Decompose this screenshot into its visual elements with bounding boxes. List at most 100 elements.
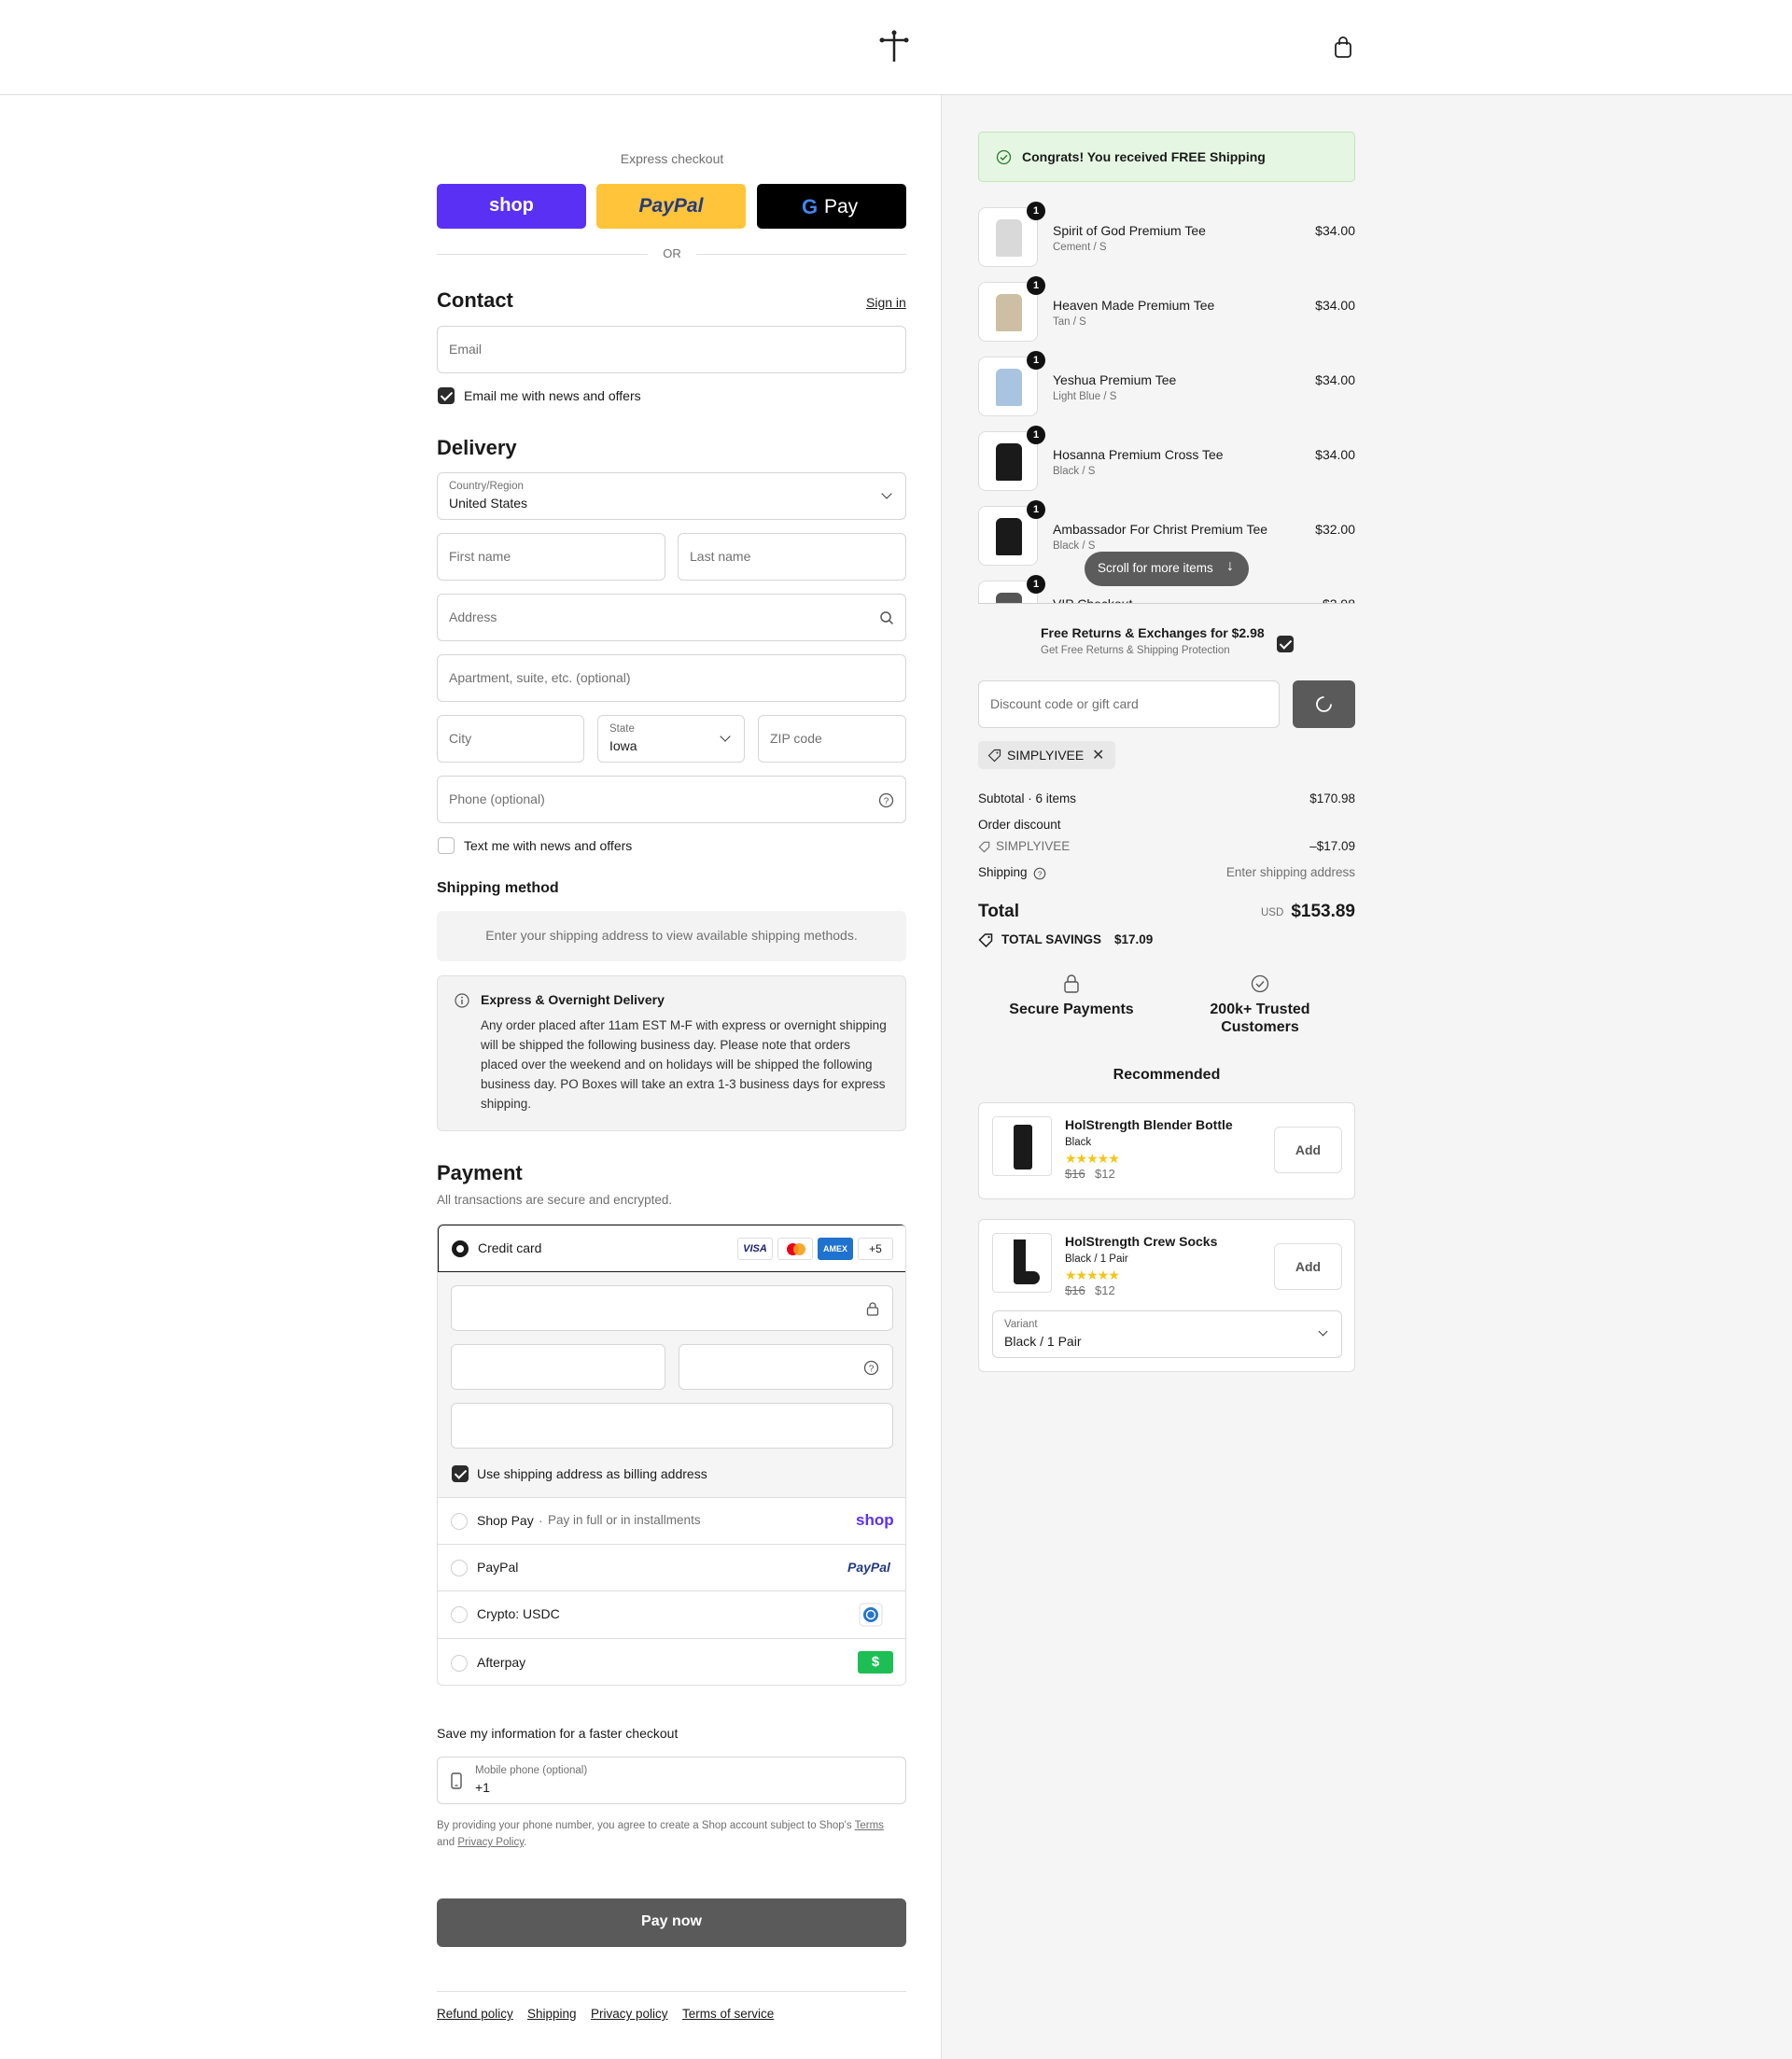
remove-discount-icon[interactable]: ✕	[1092, 746, 1104, 764]
expiry-field[interactable]	[451, 1344, 665, 1390]
paypal-radio[interactable]	[451, 1560, 468, 1576]
more-cards-badge: +5	[858, 1238, 893, 1260]
email-news-checkbox[interactable]	[438, 387, 455, 404]
crypto-radio[interactable]	[451, 1606, 468, 1623]
help-circle-icon[interactable]: ?	[863, 1360, 879, 1376]
paypal-option[interactable]: PayPal PayPal	[438, 1544, 905, 1590]
afterpay-radio[interactable]	[451, 1655, 468, 1672]
chevron-down-icon	[881, 488, 892, 499]
recommended-product-card: HolStrength Blender Bottle Black ★★★★★ $…	[978, 1102, 1355, 1199]
apply-discount-button[interactable]	[1293, 680, 1355, 728]
protection-title: Free Returns & Exchanges for $2.98	[1041, 625, 1265, 640]
total-savings-label: TOTAL SAVINGS	[1001, 932, 1102, 946]
free-shipping-text: Congrats! You received FREE Shipping	[1022, 149, 1266, 164]
add-recommendation-button[interactable]: Add	[1274, 1127, 1342, 1173]
city-placeholder: City	[449, 731, 472, 746]
legal-and: and	[437, 1837, 455, 1848]
mobile-phone-field[interactable]: Mobile phone (optional) +1	[437, 1757, 906, 1804]
city-field[interactable]: City	[437, 715, 584, 763]
paypal-logo: PayPal	[638, 195, 704, 217]
email-field[interactable]: Email	[437, 326, 906, 373]
item-variant: Black / S	[1053, 540, 1096, 552]
variant-select[interactable]: Variant Black / 1 Pair	[992, 1310, 1342, 1358]
google-pay-express-button[interactable]: G Pay	[757, 184, 906, 229]
shop-privacy-link[interactable]: Privacy Policy	[457, 1837, 524, 1848]
refund-policy-link[interactable]: Refund policy	[437, 2007, 513, 2021]
privacy-policy-link[interactable]: Privacy policy	[591, 2007, 668, 2021]
billing-address-checkbox[interactable]	[452, 1465, 469, 1482]
apartment-placeholder: Apartment, suite, etc. (optional)	[449, 670, 631, 685]
text-news-checkbox[interactable]	[438, 837, 455, 854]
notice-body: Any order placed after 11am EST M-F with…	[481, 1018, 887, 1111]
zip-field[interactable]: ZIP code	[758, 715, 906, 763]
savings-tag-icon	[978, 933, 993, 947]
name-on-card-field[interactable]	[451, 1403, 893, 1449]
state-select[interactable]: State Iowa	[597, 715, 745, 763]
quantity-badge: 1	[1027, 575, 1045, 594]
pay-now-label: Pay now	[641, 1913, 702, 1929]
country-select[interactable]: Country/Region United States	[437, 472, 906, 520]
protection-subtitle: Get Free Returns & Shipping Protection	[1041, 645, 1230, 656]
help-circle-icon[interactable]: ?	[878, 792, 894, 808]
shop-pay-sublabel: Pay in full or in installments	[548, 1513, 701, 1527]
shop-terms-link[interactable]: Terms	[855, 1820, 884, 1831]
apartment-field[interactable]: Apartment, suite, etc. (optional)	[437, 654, 906, 702]
first-name-field[interactable]: First name	[437, 533, 665, 581]
card-number-field[interactable]	[451, 1285, 893, 1331]
item-price: $2.98	[1323, 596, 1355, 603]
shop-pay-option[interactable]: Shop Pay · Pay in full or in installment…	[438, 1497, 905, 1544]
phone-field[interactable]: Phone (optional) ?	[437, 776, 906, 823]
product-shirt-image	[996, 593, 1022, 603]
shop-legal-text: By providing your phone number, you agre…	[437, 1817, 922, 1851]
add-recommendation-button[interactable]: Add	[1274, 1243, 1342, 1290]
svg-text:?: ?	[1038, 870, 1043, 878]
item-price: $34.00	[1315, 372, 1355, 387]
scroll-more-pill[interactable]: Scroll for more items ↓	[1085, 552, 1249, 586]
scroll-more-label: Scroll for more items	[1098, 561, 1213, 575]
credit-card-radio[interactable]	[452, 1240, 469, 1257]
item-name: Yeshua Premium Tee	[1053, 372, 1177, 387]
product-image-bottle	[992, 1116, 1052, 1176]
tag-icon	[987, 749, 1001, 763]
mobile-phone-icon	[451, 1772, 462, 1789]
address-field[interactable]: Address	[437, 594, 906, 641]
mobile-phone-value: +1	[475, 1780, 490, 1795]
afterpay-label: Afterpay	[477, 1655, 526, 1670]
last-name-field[interactable]: Last name	[678, 533, 906, 581]
protection-checkbox[interactable]	[1277, 636, 1294, 652]
help-circle-icon[interactable]: ?	[1033, 867, 1046, 880]
paypal-label: PayPal	[477, 1560, 519, 1575]
lock-icon	[866, 1302, 879, 1316]
shipping-policy-link[interactable]: Shipping	[527, 2007, 577, 2021]
sign-in-link[interactable]: Sign in	[866, 295, 906, 310]
shop-pay-express-button[interactable]: shop	[437, 184, 586, 229]
credit-card-option[interactable]: Credit card VISA AMEX +5	[438, 1225, 905, 1272]
security-code-field[interactable]: ?	[679, 1344, 893, 1390]
mastercard-icon	[777, 1238, 813, 1260]
divider-left	[437, 254, 648, 255]
text-news-label: Text me with news and offers	[464, 838, 633, 853]
loading-spinner-icon	[1316, 696, 1332, 712]
payment-methods-box: Credit card VISA AMEX +5 ? Use shipping …	[437, 1224, 906, 1686]
paypal-express-button[interactable]: PayPal	[596, 184, 746, 229]
crypto-label: Crypto: USDC	[477, 1606, 560, 1621]
usdc-icon	[859, 1603, 883, 1627]
svg-text:?: ?	[884, 797, 889, 807]
product-shirt-image	[996, 369, 1022, 406]
legal-text: By providing your phone number, you agre…	[437, 1820, 852, 1831]
cross-logo[interactable]	[877, 30, 911, 63]
rec-price: $12	[1095, 1283, 1115, 1297]
pay-now-button[interactable]: Pay now	[437, 1898, 906, 1947]
shopping-bag-icon[interactable]	[1333, 35, 1353, 60]
terms-of-service-link[interactable]: Terms of service	[682, 2007, 774, 2021]
discount-code-field[interactable]: Discount code or gift card	[978, 680, 1280, 728]
afterpay-option[interactable]: Afterpay $	[438, 1638, 905, 1685]
item-variant: Tan / S	[1053, 316, 1086, 328]
shop-pay-logo: shop	[489, 195, 534, 216]
country-label: Country/Region	[449, 481, 524, 492]
secure-payments-label: Secure Payments	[1009, 1001, 1134, 1017]
add-label: Add	[1295, 1142, 1322, 1157]
crypto-usdc-option[interactable]: Crypto: USDC	[438, 1590, 905, 1638]
variant-label: Variant	[1004, 1319, 1038, 1330]
shop-pay-radio[interactable]	[451, 1513, 468, 1530]
